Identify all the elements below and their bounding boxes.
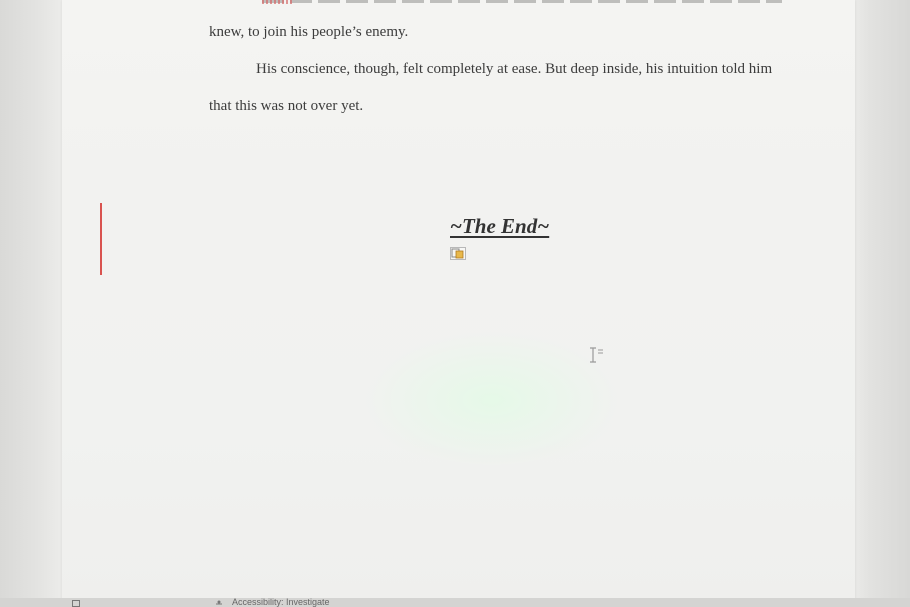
view-icon[interactable] — [72, 600, 80, 607]
ibeam-cursor-icon — [590, 347, 603, 363]
spelling-squiggle — [262, 0, 294, 4]
accessibility-icon[interactable] — [215, 600, 223, 607]
paragraph-line-1: knew, to join his people’s enemy. — [209, 24, 409, 40]
paste-options-icon[interactable] — [450, 247, 466, 260]
paragraph-line-2: His conscience, though, felt completely … — [256, 61, 773, 77]
word-processor-window: knew, to join his people’s enemy. His co… — [0, 0, 910, 607]
paragraph-line-3: that this was not over yet. — [209, 98, 364, 114]
ending-title: ~The End~ — [450, 214, 550, 238]
cut-off-text-line — [262, 0, 782, 3]
status-bar: Accessibility: Investigate — [0, 598, 910, 607]
screen-glare — [362, 330, 622, 470]
accessibility-status[interactable]: Accessibility: Investigate — [232, 598, 330, 607]
track-changes-bar — [100, 203, 102, 275]
document-page[interactable]: knew, to join his people’s enemy. His co… — [62, 0, 855, 600]
